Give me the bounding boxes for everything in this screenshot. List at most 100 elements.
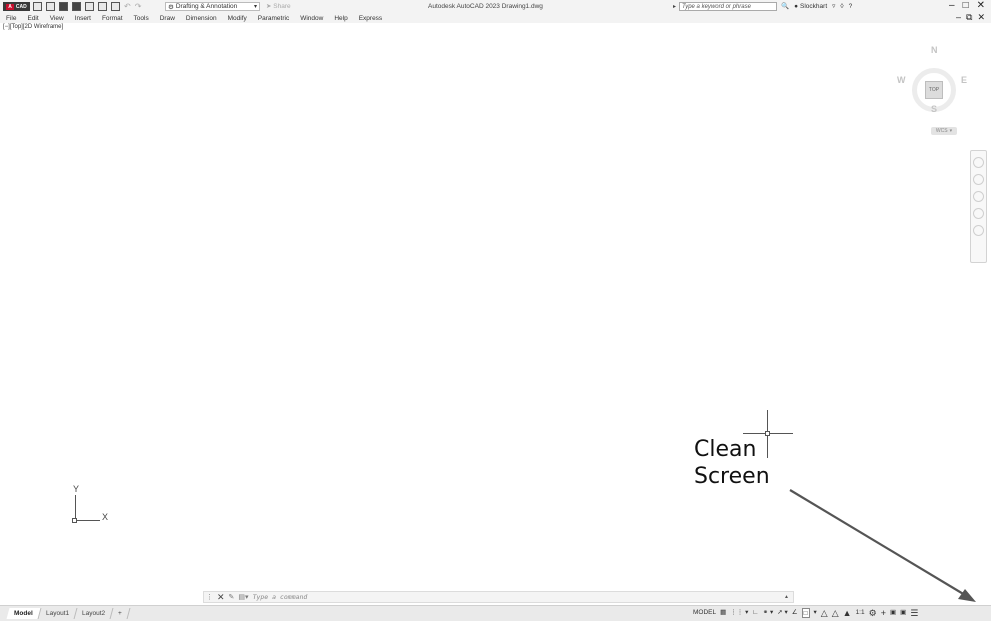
snap-icon[interactable]: ⋮⋮ ▾ <box>730 608 748 618</box>
titlebar-right: 🔍 ● Slockhart ▿ ◊ ? <box>781 2 853 11</box>
layout-tabs: Model Layout1 Layout2 + <box>6 608 131 619</box>
compass-north[interactable]: N <box>931 45 938 55</box>
auto-scale-icon[interactable]: ▲ <box>843 608 852 618</box>
menu-help[interactable]: Help <box>334 15 347 22</box>
annotation-scale-value[interactable]: 1:1 <box>856 608 865 618</box>
clean-screen-annotation: Clean Screen <box>694 436 770 490</box>
tab-model[interactable]: Model <box>6 608 42 619</box>
isolate-objects-icon[interactable]: ▣ <box>890 608 896 618</box>
object-snap-icon[interactable]: □ <box>801 608 810 618</box>
menu-edit[interactable]: Edit <box>27 15 38 22</box>
app-letter: A <box>6 3 14 10</box>
menu-window[interactable]: Window <box>300 15 323 22</box>
tab-layout2[interactable]: Layout2 <box>74 608 114 619</box>
viewport-controls-label[interactable]: [−][Top][2D Wireframe] <box>3 24 63 30</box>
chevron-down-icon: ▾ <box>949 128 953 134</box>
annotation-visibility-icon[interactable]: △ <box>832 608 839 618</box>
title-bar: A CAD ↶ ↷ ⚙ Drafting & Annotation ▾ ➤ Sh… <box>0 0 991 13</box>
menu-draw[interactable]: Draw <box>160 15 175 22</box>
grip-icon[interactable]: ⋮ <box>206 593 213 601</box>
pan-icon[interactable] <box>973 174 984 185</box>
user-menu[interactable]: ● Slockhart <box>794 3 827 10</box>
search-icon[interactable]: 🔍 <box>781 2 789 10</box>
steering-wheel-icon[interactable] <box>973 157 984 168</box>
menu-express[interactable]: Express <box>359 15 382 22</box>
share-button[interactable]: ➤ Share <box>266 2 291 10</box>
menu-tools[interactable]: Tools <box>134 15 149 22</box>
undo-icon[interactable]: ↶ <box>124 2 131 11</box>
share-icon: ➤ <box>266 3 272 10</box>
save-icon[interactable] <box>59 2 68 11</box>
annotation-line-1: Clean <box>694 437 757 462</box>
open-icon[interactable] <box>46 2 55 11</box>
redo-icon[interactable]: ↷ <box>135 2 142 11</box>
recent-commands-icon[interactable]: ▤▾ <box>238 593 248 601</box>
chevron-down-icon[interactable]: ▾ <box>814 608 817 618</box>
navigation-bar <box>970 150 987 263</box>
wcs-label: WCS <box>935 128 948 134</box>
compass-south[interactable]: S <box>931 104 937 114</box>
clean-screen-icon[interactable]: ▣ <box>900 608 906 618</box>
cart-icon[interactable]: ▿ <box>832 2 835 10</box>
compass-east[interactable]: E <box>961 75 967 85</box>
zoom-extents-icon[interactable] <box>973 191 984 202</box>
menu-bar: File Edit View Insert Format Tools Draw … <box>0 13 991 23</box>
doc-restore-icon[interactable]: ⧉ <box>966 12 972 23</box>
annotation-monitor-icon[interactable]: + <box>881 608 886 618</box>
polar-icon[interactable]: ⚭ ▾ <box>763 608 774 618</box>
menu-format[interactable]: Format <box>102 15 123 22</box>
doc-minimize-icon[interactable]: – <box>956 12 961 23</box>
object-snap-tracking-icon[interactable]: ∠ <box>792 608 798 618</box>
exchange-icon[interactable]: ◊ <box>840 3 843 10</box>
viewcube[interactable]: N S E W TOP <box>897 45 967 120</box>
orbit-icon[interactable] <box>973 208 984 219</box>
tab-label: Layout1 <box>45 610 69 617</box>
share-label: Share <box>273 3 291 10</box>
plus-icon: + <box>118 610 122 617</box>
customize-icon[interactable]: ✎ <box>229 593 235 601</box>
save-as-icon[interactable] <box>72 2 81 11</box>
ortho-icon[interactable]: ∟ <box>752 608 758 618</box>
workspace-label: Drafting & Annotation <box>175 3 238 10</box>
maximize-icon[interactable]: □ <box>963 0 969 11</box>
menu-parametric[interactable]: Parametric <box>258 15 289 22</box>
command-history-icon[interactable]: ▲ <box>784 594 789 600</box>
model-space-toggle[interactable]: MODEL <box>693 608 716 618</box>
chevron-down-icon: ▾ <box>253 4 257 10</box>
application-menu-button[interactable]: A CAD <box>3 2 30 11</box>
customization-menu-icon[interactable]: ☰ <box>910 608 918 618</box>
viewcube-top-face[interactable]: TOP <box>925 81 943 99</box>
annotation-arrow <box>789 489 976 602</box>
grid-icon[interactable]: ▦ <box>720 608 726 618</box>
new-icon[interactable] <box>33 2 42 11</box>
close-command-line-icon[interactable]: ✕ <box>217 592 225 603</box>
menu-dimension[interactable]: Dimension <box>186 15 217 22</box>
showmotion-icon[interactable] <box>973 225 984 236</box>
tab-layout1[interactable]: Layout1 <box>38 608 78 619</box>
open-web-icon[interactable] <box>85 2 94 11</box>
wcs-dropdown[interactable]: WCS ▾ <box>931 127 957 135</box>
menu-modify[interactable]: Modify <box>228 15 247 22</box>
user-name: Slockhart <box>800 2 828 10</box>
menu-view[interactable]: View <box>50 15 64 22</box>
doc-close-icon[interactable]: ✕ <box>977 12 985 23</box>
new-layout-tab[interactable]: + <box>110 608 131 619</box>
ucs-x-label: X <box>102 512 109 522</box>
menu-file[interactable]: File <box>6 15 16 22</box>
save-web-icon[interactable] <box>98 2 107 11</box>
search-input[interactable]: Type a keyword or phrase <box>679 2 777 11</box>
status-bar: Model Layout1 Layout2 + MODEL ▦ ⋮⋮ ▾ ∟ ⚭… <box>0 605 991 621</box>
isometric-icon[interactable]: ➚ ▾ <box>777 608 788 618</box>
annotation-scale-icon[interactable]: △ <box>821 608 828 618</box>
menu-insert[interactable]: Insert <box>75 15 91 22</box>
plot-icon[interactable] <box>111 2 120 11</box>
ucs-x-axis <box>75 520 100 521</box>
workspace-switching-icon[interactable]: ⚙ <box>869 608 877 618</box>
help-icon[interactable]: ? <box>849 3 853 10</box>
close-icon[interactable]: ✕ <box>977 0 985 11</box>
workspace-dropdown[interactable]: ⚙ Drafting & Annotation ▾ <box>165 2 260 11</box>
command-input[interactable]: Type a command <box>253 593 308 601</box>
compass-west[interactable]: W <box>897 75 906 85</box>
search-expand-icon[interactable]: ▸ <box>673 3 676 10</box>
minimize-icon[interactable]: – <box>949 0 955 11</box>
